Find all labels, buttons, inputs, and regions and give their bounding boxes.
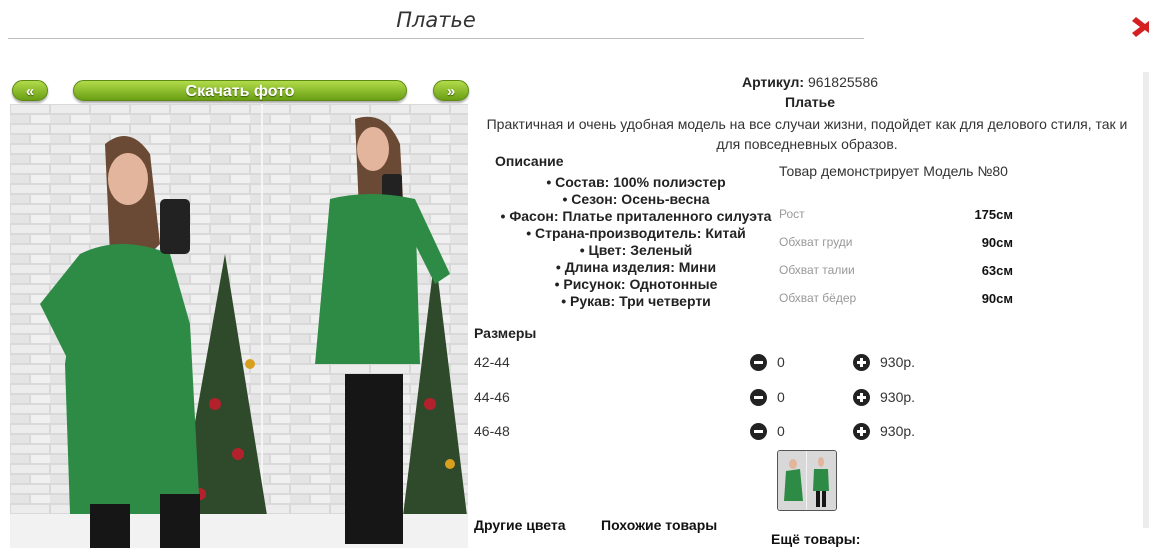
decrease-button[interactable] bbox=[750, 354, 767, 371]
download-photo-button[interactable]: Скачать фото bbox=[73, 80, 407, 101]
quantity-value: 0 bbox=[777, 389, 785, 405]
product-name: Платье bbox=[785, 94, 835, 110]
measurement-label: Рост bbox=[779, 207, 805, 221]
minus-icon bbox=[750, 389, 767, 406]
measurement-value: 63см bbox=[981, 263, 1013, 278]
increase-button[interactable] bbox=[853, 389, 870, 406]
property-item: Рукав: Три четверти bbox=[490, 293, 782, 310]
property-item: Длина изделия: Мини bbox=[490, 259, 782, 276]
plus-icon bbox=[853, 423, 870, 440]
close-icon[interactable] bbox=[1132, 13, 1149, 41]
article-label: Артикул: bbox=[741, 74, 805, 90]
property-item: Страна-производитель: Китай bbox=[490, 225, 782, 242]
minus-icon bbox=[750, 354, 767, 371]
product-photo bbox=[10, 104, 468, 548]
minus-icon bbox=[750, 423, 767, 440]
page-title: Платье bbox=[8, 8, 864, 39]
price: 930р. bbox=[880, 389, 916, 405]
sizes-title: Размеры bbox=[474, 325, 537, 341]
size-row: 42-44 0 930р. bbox=[474, 352, 934, 374]
property-list: Состав: 100% полиэстер Сезон: Осень-весн… bbox=[490, 174, 782, 310]
size-label: 42-44 bbox=[474, 354, 510, 370]
thumbnail-image[interactable] bbox=[777, 450, 837, 511]
price: 930р. bbox=[880, 354, 916, 370]
measurement-label: Обхват груди bbox=[779, 235, 853, 249]
prev-photo-button[interactable]: « bbox=[12, 80, 48, 101]
measurement-label: Обхват талии bbox=[779, 263, 855, 277]
product-description: Практичная и очень удобная модель на все… bbox=[486, 116, 1128, 152]
quantity-value: 0 bbox=[777, 354, 785, 370]
increase-button[interactable] bbox=[853, 423, 870, 440]
other-colors-link[interactable]: Другие цвета bbox=[474, 517, 566, 533]
size-label: 46-48 bbox=[474, 423, 510, 439]
decrease-button[interactable] bbox=[750, 423, 767, 440]
measurement-value: 175см bbox=[974, 207, 1013, 222]
measurement-value: 90см bbox=[981, 291, 1013, 306]
model-info: Товар демонстрирует Модель №80 bbox=[779, 163, 1008, 179]
scrollbar[interactable] bbox=[1143, 72, 1149, 528]
measurement-label: Обхват бёдер bbox=[779, 291, 857, 305]
measurement-row: Обхват груди 90см bbox=[779, 235, 1019, 250]
measurement-row: Обхват талии 63см bbox=[779, 263, 1019, 278]
next-photo-button[interactable]: » bbox=[433, 80, 469, 101]
property-item: Фасон: Платье приталенного силуэта bbox=[490, 208, 782, 225]
measurement-row: Рост 175см bbox=[779, 207, 1019, 222]
size-row: 46-48 0 930р. bbox=[474, 421, 934, 443]
size-label: 44-46 bbox=[474, 389, 510, 405]
property-item: Сезон: Осень-весна bbox=[490, 191, 782, 208]
quantity-value: 0 bbox=[777, 423, 785, 439]
article-value: 961825586 bbox=[807, 74, 879, 90]
size-row: 44-46 0 930р. bbox=[474, 387, 934, 409]
decrease-button[interactable] bbox=[750, 389, 767, 406]
article-line: Артикул: 961825586 bbox=[470, 74, 1149, 90]
price: 930р. bbox=[880, 423, 916, 439]
description-title: Описание bbox=[495, 153, 564, 169]
more-products-label: Ещё товары: bbox=[771, 531, 861, 547]
property-item: Рисунок: Однотонные bbox=[490, 276, 782, 293]
increase-button[interactable] bbox=[853, 354, 870, 371]
measurement-value: 90см bbox=[981, 235, 1013, 250]
plus-icon bbox=[853, 389, 870, 406]
property-item: Цвет: Зеленый bbox=[490, 242, 782, 259]
plus-icon bbox=[853, 354, 870, 371]
measurement-row: Обхват бёдер 90см bbox=[779, 291, 1019, 306]
similar-products-link[interactable]: Похожие товары bbox=[601, 517, 717, 533]
property-item: Состав: 100% полиэстер bbox=[490, 174, 782, 191]
